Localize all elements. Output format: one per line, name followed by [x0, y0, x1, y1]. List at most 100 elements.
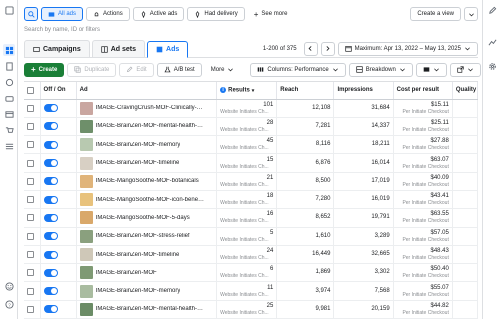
table-row[interactable]: IMAGE-BrainZen-MOF-mental-health-sup... …: [24, 117, 478, 137]
table-row[interactable]: IMAGE-MangoSoothe-MOF-icon-benefits 18 We…: [24, 190, 478, 210]
ad-toggle[interactable]: [43, 250, 58, 259]
all-ads-filter[interactable]: All ads: [41, 7, 84, 21]
view-options-button[interactable]: [464, 7, 478, 21]
row-checkbox[interactable]: [27, 269, 34, 277]
ad-name-cell[interactable]: IMAGE-BrainZen-MOF-memory: [76, 281, 218, 301]
ad-toggle[interactable]: [43, 213, 58, 222]
ad-toggle[interactable]: [43, 159, 58, 168]
cart-icon[interactable]: [3, 124, 15, 136]
table-row[interactable]: IMAGE-MangoSoothe-MOF-5-days 16 Website I…: [24, 208, 478, 228]
select-all-checkbox[interactable]: [27, 86, 34, 94]
ad-name-cell[interactable]: IMAGE-BrainZen-MOF-timeline: [76, 245, 218, 265]
row-checkbox[interactable]: [27, 287, 34, 295]
ad-name-cell[interactable]: IMAGE-BrainZen-MOF-timeline: [76, 153, 218, 173]
breakdown-button[interactable]: Breakdown: [348, 62, 413, 77]
next-page-button[interactable]: [320, 41, 335, 56]
header-reach[interactable]: Reach: [276, 82, 335, 100]
ad-name[interactable]: IMAGE-MangoSoothe-MOF-botanicals: [96, 178, 199, 184]
header-results[interactable]: i Results ▾: [216, 82, 278, 100]
ad-name[interactable]: IMAGE-BrainZen-MOF-memory: [96, 142, 181, 148]
ad-toggle[interactable]: [43, 177, 58, 186]
edit-pencil-icon[interactable]: [486, 4, 498, 16]
row-checkbox[interactable]: [27, 250, 34, 258]
ad-name[interactable]: IMAGE-CravingCrush-MOF-Clinically-Test..…: [96, 105, 206, 111]
ad-toggle[interactable]: [43, 232, 58, 241]
ad-name[interactable]: IMAGE-BrainZen-MOF: [96, 270, 157, 276]
duplicate-button[interactable]: Duplicate: [67, 62, 117, 77]
ad-name-cell[interactable]: IMAGE-BrainZen-MOF-stress-relief: [76, 227, 218, 246]
actions-filter[interactable]: Actions: [86, 7, 130, 21]
row-checkbox[interactable]: [27, 177, 34, 185]
had-delivery-filter[interactable]: Had delivery: [187, 7, 245, 21]
ad-name-cell[interactable]: IMAGE-BrainZen-MOF-mental-health-sup...: [76, 117, 218, 137]
ad-toggle[interactable]: [43, 195, 58, 204]
ad-name[interactable]: IMAGE-BrainZen-MOF-mental-health-sup...: [96, 306, 206, 312]
ad-name[interactable]: IMAGE-BrainZen-MOF-timeline: [96, 252, 180, 258]
row-checkbox[interactable]: [27, 122, 34, 130]
ad-name-cell[interactable]: IMAGE-BrainZen-MOF-mental-health-sup...: [76, 300, 218, 319]
table-row[interactable]: IMAGE-BrainZen-MOF-memory 11 Website Init…: [24, 281, 478, 301]
ad-toggle[interactable]: [43, 287, 58, 296]
create-view-button[interactable]: Create a view: [410, 7, 461, 21]
ad-toggle[interactable]: [43, 104, 58, 113]
ad-name-cell[interactable]: IMAGE-CravingCrush-MOF-Clinically-Test..…: [76, 99, 218, 118]
table-row[interactable]: IMAGE-BrainZen-MOF 6 Website Initiates Ch…: [24, 263, 478, 283]
row-checkbox[interactable]: [27, 159, 34, 167]
table-row[interactable]: IMAGE-BrainZen-MOF-stress-relief 5 Websit…: [24, 227, 478, 246]
ad-name[interactable]: IMAGE-MangoSoothe-MOF-5-days: [96, 215, 190, 221]
see-more-button[interactable]: + See more: [248, 7, 294, 21]
more-button[interactable]: More: [205, 63, 241, 77]
ad-name-cell[interactable]: IMAGE-BrainZen-MOF: [76, 263, 218, 283]
header-impressions[interactable]: Impressions: [333, 82, 394, 100]
table-row[interactable]: IMAGE-CravingCrush-MOF-Clinically-Test..…: [24, 99, 478, 118]
search-input[interactable]: Search by name, ID or filters: [24, 23, 478, 37]
row-checkbox[interactable]: [27, 305, 34, 313]
ad-name[interactable]: IMAGE-MangoSoothe-MOF-icon-benefits: [96, 197, 206, 203]
row-checkbox[interactable]: [27, 196, 34, 204]
ad-name[interactable]: IMAGE-BrainZen-MOF-mental-health-sup...: [96, 123, 206, 129]
meta-icon[interactable]: [3, 4, 15, 16]
ad-name-cell[interactable]: IMAGE-MangoSoothe-MOF-5-days: [76, 208, 218, 228]
analytics-icon[interactable]: [486, 36, 498, 48]
ab-test-button[interactable]: A/B test: [156, 62, 202, 77]
tab-campaigns[interactable]: Campaigns: [24, 40, 90, 57]
table-row[interactable]: IMAGE-BrainZen-MOF-timeline 15 Website In…: [24, 153, 478, 173]
header-quality-ranking[interactable]: Quality ranking: [452, 82, 478, 100]
smiley-icon[interactable]: [3, 280, 15, 292]
date-range-picker[interactable]: Maximum: Apr 13, 2022 – May 13, 2025: [337, 41, 478, 56]
header-cost-per-result[interactable]: Cost per result: [393, 82, 453, 100]
row-checkbox[interactable]: [27, 104, 34, 112]
header-ad[interactable]: Ad: [76, 82, 218, 100]
tab-ads[interactable]: Ads: [147, 41, 189, 58]
card-icon[interactable]: [3, 108, 15, 120]
search-toggle-button[interactable]: [24, 7, 38, 21]
ad-name-cell[interactable]: IMAGE-MangoSoothe-MOF-icon-benefits: [76, 190, 218, 210]
pages-icon[interactable]: [3, 60, 15, 72]
ad-toggle[interactable]: [43, 122, 58, 131]
create-button[interactable]: + Create: [24, 62, 65, 77]
table-row[interactable]: IMAGE-BrainZen-MOF-timeline 24 Website In…: [24, 245, 478, 265]
header-off-on[interactable]: Off / On: [40, 82, 77, 100]
ad-name-cell[interactable]: IMAGE-BrainZen-MOF-memory: [76, 135, 218, 155]
row-checkbox[interactable]: [27, 141, 34, 149]
ad-toggle[interactable]: [43, 140, 58, 149]
settings-icon[interactable]: [486, 60, 498, 72]
tab-ad-sets[interactable]: Ad sets: [91, 40, 146, 57]
row-checkbox[interactable]: [27, 232, 34, 240]
table-row[interactable]: IMAGE-BrainZen-MOF-memory 45 Website Init…: [24, 135, 478, 155]
ad-name[interactable]: IMAGE-BrainZen-MOF-stress-relief: [96, 233, 190, 239]
ad-toggle[interactable]: [43, 305, 58, 314]
help-icon[interactable]: ?: [3, 298, 15, 310]
prev-page-button[interactable]: [303, 41, 318, 56]
columns-button[interactable]: Columns: Performance: [250, 62, 346, 77]
active-ads-filter[interactable]: Active ads: [132, 7, 185, 21]
chart-icon[interactable]: [3, 76, 15, 88]
row-checkbox[interactable]: [27, 214, 34, 222]
ad-name[interactable]: IMAGE-BrainZen-MOF-memory: [96, 288, 181, 294]
table-row[interactable]: IMAGE-MangoSoothe-MOF-botanicals 21 Websi…: [24, 172, 478, 191]
export-button[interactable]: [449, 62, 481, 77]
ad-name-cell[interactable]: IMAGE-MangoSoothe-MOF-botanicals: [76, 172, 218, 191]
edit-button[interactable]: Edit: [119, 62, 154, 77]
ad-toggle[interactable]: [43, 268, 58, 277]
people-icon[interactable]: [3, 92, 15, 104]
